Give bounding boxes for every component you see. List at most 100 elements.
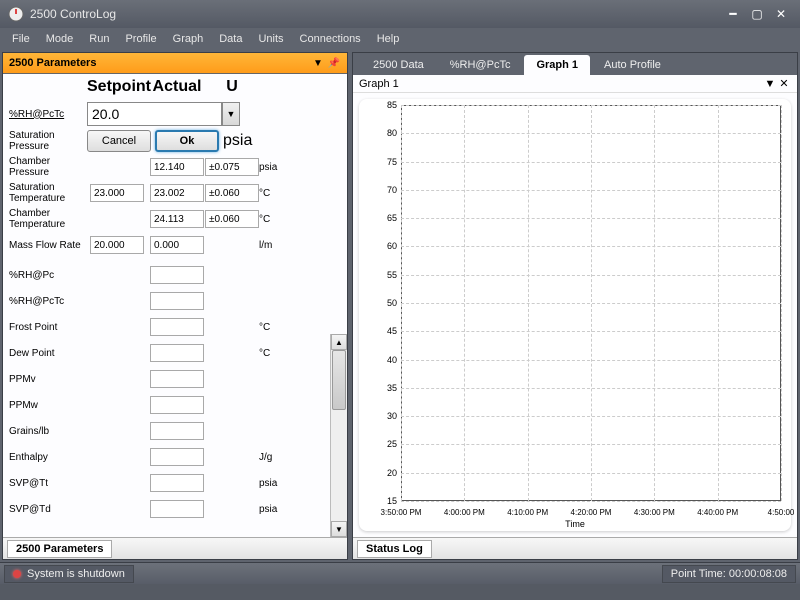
status-log-tab[interactable]: Status Log bbox=[357, 540, 432, 558]
parameters-footer-tab[interactable]: 2500 Parameters bbox=[7, 540, 112, 558]
panel-dropdown-icon[interactable]: ▼ bbox=[311, 56, 325, 70]
param-unit: °C bbox=[257, 188, 291, 199]
rh-setpoint-input[interactable] bbox=[87, 102, 222, 126]
value-input[interactable] bbox=[150, 292, 204, 310]
param-unit: psia bbox=[257, 504, 291, 515]
value-input[interactable] bbox=[150, 422, 204, 440]
actual-input[interactable] bbox=[150, 236, 204, 254]
col-u: U bbox=[207, 78, 257, 96]
param-unit: J/g bbox=[257, 452, 291, 463]
minimize-button[interactable]: ━ bbox=[722, 6, 744, 22]
tab-strip: 2500 Data %RH@PcTc Graph 1 Auto Profile bbox=[353, 53, 797, 75]
param-label: Dew Point bbox=[3, 348, 87, 359]
parameters-scrollbar[interactable]: ▲ ▼ bbox=[330, 334, 347, 537]
sat-pressure-label: Saturation Pressure bbox=[3, 130, 87, 152]
gridline-v bbox=[718, 105, 719, 501]
col-setpoint: Setpoint bbox=[87, 78, 147, 96]
menubar: File Mode Run Profile Graph Data Units C… bbox=[0, 28, 800, 50]
value-input[interactable] bbox=[150, 318, 204, 336]
y-tick: 55 bbox=[387, 270, 397, 280]
parameters-footer: 2500 Parameters bbox=[3, 537, 347, 559]
rh-edit-label[interactable]: %RH@PcTc bbox=[3, 109, 87, 120]
param-row: SVP@Tt psia bbox=[3, 470, 347, 496]
actual-input[interactable] bbox=[150, 184, 204, 202]
param-label: %RH@PcTc bbox=[3, 296, 87, 307]
rh-combo-button[interactable]: ▼ bbox=[222, 102, 240, 126]
menu-file[interactable]: File bbox=[4, 31, 38, 47]
column-headers: Setpoint Actual U bbox=[3, 74, 347, 100]
menu-units[interactable]: Units bbox=[250, 31, 291, 47]
uncertainty-input[interactable] bbox=[205, 184, 259, 202]
close-button[interactable]: ✕ bbox=[770, 6, 792, 22]
point-time-label: Point Time: bbox=[671, 568, 726, 580]
param-row: %RH@Pc bbox=[3, 262, 347, 288]
menu-run[interactable]: Run bbox=[81, 31, 117, 47]
x-tick: 4:10:00 PM bbox=[507, 508, 548, 517]
param-label: Grains/lb bbox=[3, 426, 87, 437]
setpoint-input[interactable] bbox=[90, 236, 144, 254]
tab-2500-data[interactable]: 2500 Data bbox=[361, 55, 436, 75]
actual-input[interactable] bbox=[150, 158, 204, 176]
maximize-button[interactable]: ▢ bbox=[746, 6, 768, 22]
uncertainty-input[interactable] bbox=[205, 210, 259, 228]
y-tick: 70 bbox=[387, 185, 397, 195]
graph-panel: 2500 Data %RH@PcTc Graph 1 Auto Profile … bbox=[352, 52, 798, 560]
value-input[interactable] bbox=[150, 396, 204, 414]
cancel-button[interactable]: Cancel bbox=[87, 130, 151, 152]
param-label: Frost Point bbox=[3, 322, 87, 333]
menu-mode[interactable]: Mode bbox=[38, 31, 82, 47]
value-input[interactable] bbox=[150, 448, 204, 466]
value-input[interactable] bbox=[150, 266, 204, 284]
param-row: Frost Point °C bbox=[3, 314, 347, 340]
y-tick: 60 bbox=[387, 241, 397, 251]
param-label: %RH@Pc bbox=[3, 270, 87, 281]
scroll-up-button[interactable]: ▲ bbox=[331, 334, 347, 350]
value-input[interactable] bbox=[150, 474, 204, 492]
param-label: Mass Flow Rate bbox=[3, 240, 87, 251]
x-axis-label: Time bbox=[565, 519, 585, 529]
parameters-panel: 2500 Parameters ▼ 📌 Setpoint Actual U %R… bbox=[2, 52, 348, 560]
param-label: Saturation Temperature bbox=[3, 182, 87, 204]
scroll-down-button[interactable]: ▼ bbox=[331, 521, 347, 537]
gridline-v bbox=[591, 105, 592, 501]
ok-button[interactable]: Ok bbox=[155, 130, 219, 152]
menu-connections[interactable]: Connections bbox=[292, 31, 369, 47]
parameters-body: Setpoint Actual U %RH@PcTc ▼ Saturation … bbox=[3, 73, 347, 537]
menu-data[interactable]: Data bbox=[211, 31, 250, 47]
uncertainty-input[interactable] bbox=[205, 158, 259, 176]
tab-rh-pctc[interactable]: %RH@PcTc bbox=[438, 55, 523, 75]
setpoint-input[interactable] bbox=[90, 184, 144, 202]
actual-input[interactable] bbox=[150, 210, 204, 228]
y-tick: 20 bbox=[387, 468, 397, 478]
menu-profile[interactable]: Profile bbox=[117, 31, 164, 47]
panel-pin-icon[interactable]: 📌 bbox=[327, 56, 341, 70]
param-row: Chamber Temperature °C bbox=[3, 206, 347, 232]
menu-help[interactable]: Help bbox=[369, 31, 408, 47]
y-tick: 45 bbox=[387, 326, 397, 336]
graph-dropdown-icon[interactable]: ▼ bbox=[763, 78, 777, 90]
graph-panel-footer: Status Log bbox=[353, 537, 797, 559]
graph-close-icon[interactable]: ✕ bbox=[777, 77, 791, 90]
titlebar: 2500 ControLog ━ ▢ ✕ bbox=[0, 0, 800, 28]
tab-graph-1[interactable]: Graph 1 bbox=[524, 55, 590, 75]
menu-graph[interactable]: Graph bbox=[165, 31, 212, 47]
gridline-v bbox=[781, 105, 782, 501]
graph-title: Graph 1 bbox=[359, 78, 763, 90]
value-input[interactable] bbox=[150, 344, 204, 362]
y-tick: 15 bbox=[387, 496, 397, 506]
y-tick: 65 bbox=[387, 213, 397, 223]
value-input[interactable] bbox=[150, 370, 204, 388]
value-input[interactable] bbox=[150, 500, 204, 518]
col-actual: Actual bbox=[147, 78, 207, 96]
param-row: Mass Flow Rate l/m bbox=[3, 232, 347, 258]
param-unit: °C bbox=[257, 214, 291, 225]
window-title: 2500 ControLog bbox=[30, 7, 720, 21]
tab-auto-profile[interactable]: Auto Profile bbox=[592, 55, 673, 75]
graph-container: Graph 1 ▼ ✕ 1520253035404550556065707580… bbox=[353, 75, 797, 537]
edit-buttons-row: Saturation Pressure Cancel Ok psia bbox=[3, 128, 347, 154]
param-label: Enthalpy bbox=[3, 452, 87, 463]
y-tick: 50 bbox=[387, 298, 397, 308]
gridline-v bbox=[654, 105, 655, 501]
param-row: Grains/lb bbox=[3, 418, 347, 444]
scroll-thumb[interactable] bbox=[332, 350, 346, 410]
